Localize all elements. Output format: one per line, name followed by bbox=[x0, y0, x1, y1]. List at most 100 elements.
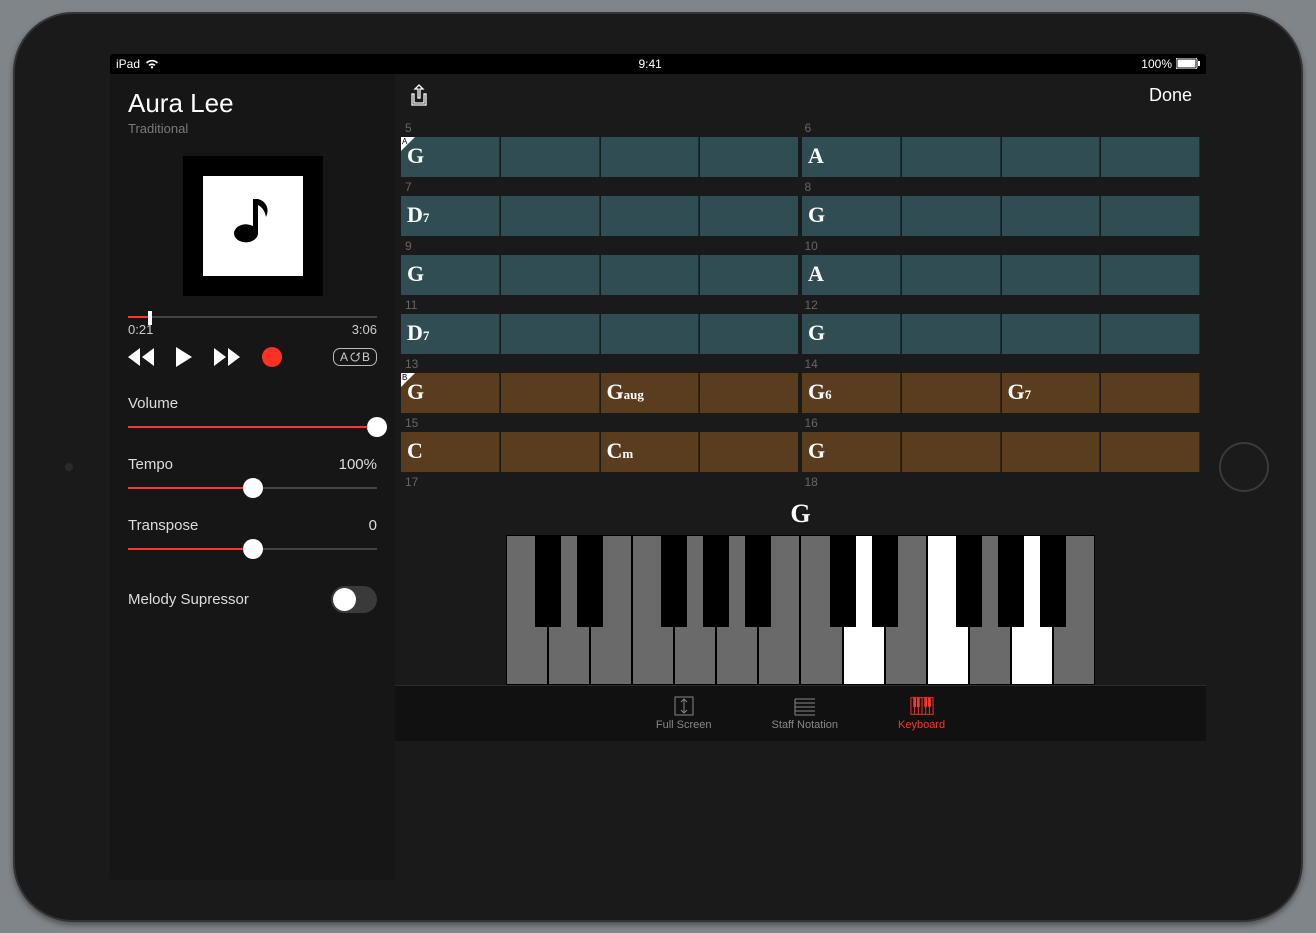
chord-cell[interactable] bbox=[902, 255, 1001, 295]
chord-cell[interactable]: G bbox=[401, 255, 500, 295]
chord-cell[interactable]: Gaug bbox=[601, 373, 700, 413]
keyboard[interactable] bbox=[506, 535, 1096, 685]
measure-number: 10 bbox=[801, 236, 1201, 255]
chord-cell[interactable] bbox=[1002, 196, 1101, 236]
chord-cell[interactable] bbox=[1002, 432, 1101, 472]
white-key[interactable] bbox=[885, 535, 927, 685]
volume-slider[interactable]: Volume bbox=[128, 395, 377, 428]
keyboard-icon bbox=[910, 695, 934, 717]
chord-cell[interactable]: G bbox=[802, 432, 901, 472]
chord-cell[interactable]: BG bbox=[401, 373, 500, 413]
white-key[interactable] bbox=[758, 535, 800, 685]
white-key[interactable] bbox=[590, 535, 632, 685]
chord-cell[interactable] bbox=[501, 432, 600, 472]
chord-cell[interactable]: G6 bbox=[802, 373, 901, 413]
transpose-slider[interactable]: Transpose 0 bbox=[128, 517, 377, 550]
chord-cell[interactable]: G bbox=[802, 196, 901, 236]
chord-cell[interactable] bbox=[902, 196, 1001, 236]
chord-cell[interactable]: Cm bbox=[601, 432, 700, 472]
white-key[interactable] bbox=[716, 535, 758, 685]
chord-cell[interactable]: A bbox=[802, 255, 901, 295]
chord-cell[interactable] bbox=[1002, 255, 1101, 295]
record-button[interactable] bbox=[262, 347, 282, 367]
chord-cell[interactable] bbox=[501, 137, 600, 177]
chord-cell[interactable]: G bbox=[802, 314, 901, 354]
chord-cell[interactable] bbox=[700, 314, 801, 354]
white-key[interactable] bbox=[927, 535, 969, 685]
white-key[interactable] bbox=[969, 535, 1011, 685]
white-key[interactable] bbox=[1011, 535, 1053, 685]
song-title: Aura Lee bbox=[128, 88, 377, 119]
chord-cell[interactable] bbox=[700, 196, 801, 236]
measure-number: 13 bbox=[401, 354, 801, 373]
white-key[interactable] bbox=[1053, 535, 1095, 685]
chord-cell[interactable] bbox=[902, 373, 1001, 413]
chord-cell[interactable] bbox=[1101, 255, 1200, 295]
chord-cell[interactable] bbox=[601, 137, 700, 177]
chord-cell[interactable] bbox=[501, 373, 600, 413]
chord-grid[interactable]: 56AGA78D7G910GA1112D7G1314BGGaugG6G71516… bbox=[395, 118, 1206, 491]
chord-cell[interactable] bbox=[501, 196, 600, 236]
status-bar: iPad 9:41 100% bbox=[110, 54, 1206, 74]
ab-loop-button[interactable]: AB bbox=[333, 348, 377, 366]
home-button[interactable] bbox=[1219, 442, 1269, 492]
chord-cell[interactable] bbox=[501, 255, 600, 295]
measure-number: 14 bbox=[801, 354, 1201, 373]
playback-progress[interactable]: 0:21 3:06 bbox=[128, 316, 377, 337]
chord-cell[interactable] bbox=[700, 373, 801, 413]
chord-cell[interactable] bbox=[601, 255, 700, 295]
done-button[interactable]: Done bbox=[1149, 85, 1192, 106]
wifi-icon bbox=[145, 59, 159, 69]
measure-number: 12 bbox=[801, 295, 1201, 314]
camera-dot bbox=[65, 463, 73, 471]
white-key[interactable] bbox=[548, 535, 590, 685]
chord-cell[interactable] bbox=[1002, 314, 1101, 354]
measure-number: 7 bbox=[401, 177, 801, 196]
tab-keyboard[interactable]: Keyboard bbox=[898, 695, 945, 731]
chord-cell[interactable] bbox=[1101, 314, 1200, 354]
measure-number: 8 bbox=[801, 177, 1201, 196]
device-label: iPad bbox=[116, 57, 140, 71]
time-duration: 3:06 bbox=[352, 322, 377, 337]
chord-cell[interactable] bbox=[902, 314, 1001, 354]
chord-cell[interactable]: G7 bbox=[1002, 373, 1101, 413]
white-key[interactable] bbox=[843, 535, 885, 685]
chord-cell[interactable] bbox=[902, 137, 1001, 177]
chord-cell[interactable] bbox=[601, 196, 700, 236]
tab-staff-notation[interactable]: Staff Notation bbox=[772, 695, 838, 731]
play-button[interactable] bbox=[176, 347, 192, 367]
chord-cell[interactable] bbox=[1101, 137, 1200, 177]
status-time: 9:41 bbox=[159, 57, 1141, 71]
share-button[interactable] bbox=[409, 84, 429, 108]
chord-cell[interactable] bbox=[1002, 137, 1101, 177]
chord-cell[interactable]: C bbox=[401, 432, 500, 472]
chord-cell[interactable] bbox=[700, 255, 801, 295]
melody-suppressor-toggle[interactable] bbox=[331, 586, 377, 613]
chord-cell[interactable] bbox=[700, 137, 801, 177]
song-subtitle: Traditional bbox=[128, 121, 377, 136]
melody-suppressor-label: Melody Supressor bbox=[128, 591, 249, 608]
keyboard-panel: G bbox=[395, 493, 1206, 685]
chord-cell[interactable] bbox=[1101, 432, 1200, 472]
white-key[interactable] bbox=[632, 535, 674, 685]
chord-cell[interactable] bbox=[700, 432, 801, 472]
rewind-button[interactable] bbox=[128, 348, 154, 366]
chord-cell[interactable] bbox=[1101, 196, 1200, 236]
chord-cell[interactable]: D7 bbox=[401, 196, 500, 236]
measure-number: 6 bbox=[801, 118, 1201, 137]
transpose-label: Transpose bbox=[128, 517, 198, 534]
chord-cell[interactable] bbox=[501, 314, 600, 354]
chord-cell[interactable] bbox=[601, 314, 700, 354]
chord-cell[interactable]: D7 bbox=[401, 314, 500, 354]
chord-cell[interactable]: A bbox=[802, 137, 901, 177]
white-key[interactable] bbox=[506, 535, 548, 685]
chord-cell[interactable] bbox=[1101, 373, 1200, 413]
fast-forward-button[interactable] bbox=[214, 348, 240, 366]
chord-cell[interactable] bbox=[902, 432, 1001, 472]
tempo-slider[interactable]: Tempo 100% bbox=[128, 456, 377, 489]
white-key[interactable] bbox=[800, 535, 842, 685]
white-key[interactable] bbox=[674, 535, 716, 685]
measure-number: 15 bbox=[401, 413, 801, 432]
tab-full-screen[interactable]: Full Screen bbox=[656, 695, 712, 731]
chord-cell[interactable]: AG bbox=[401, 137, 500, 177]
